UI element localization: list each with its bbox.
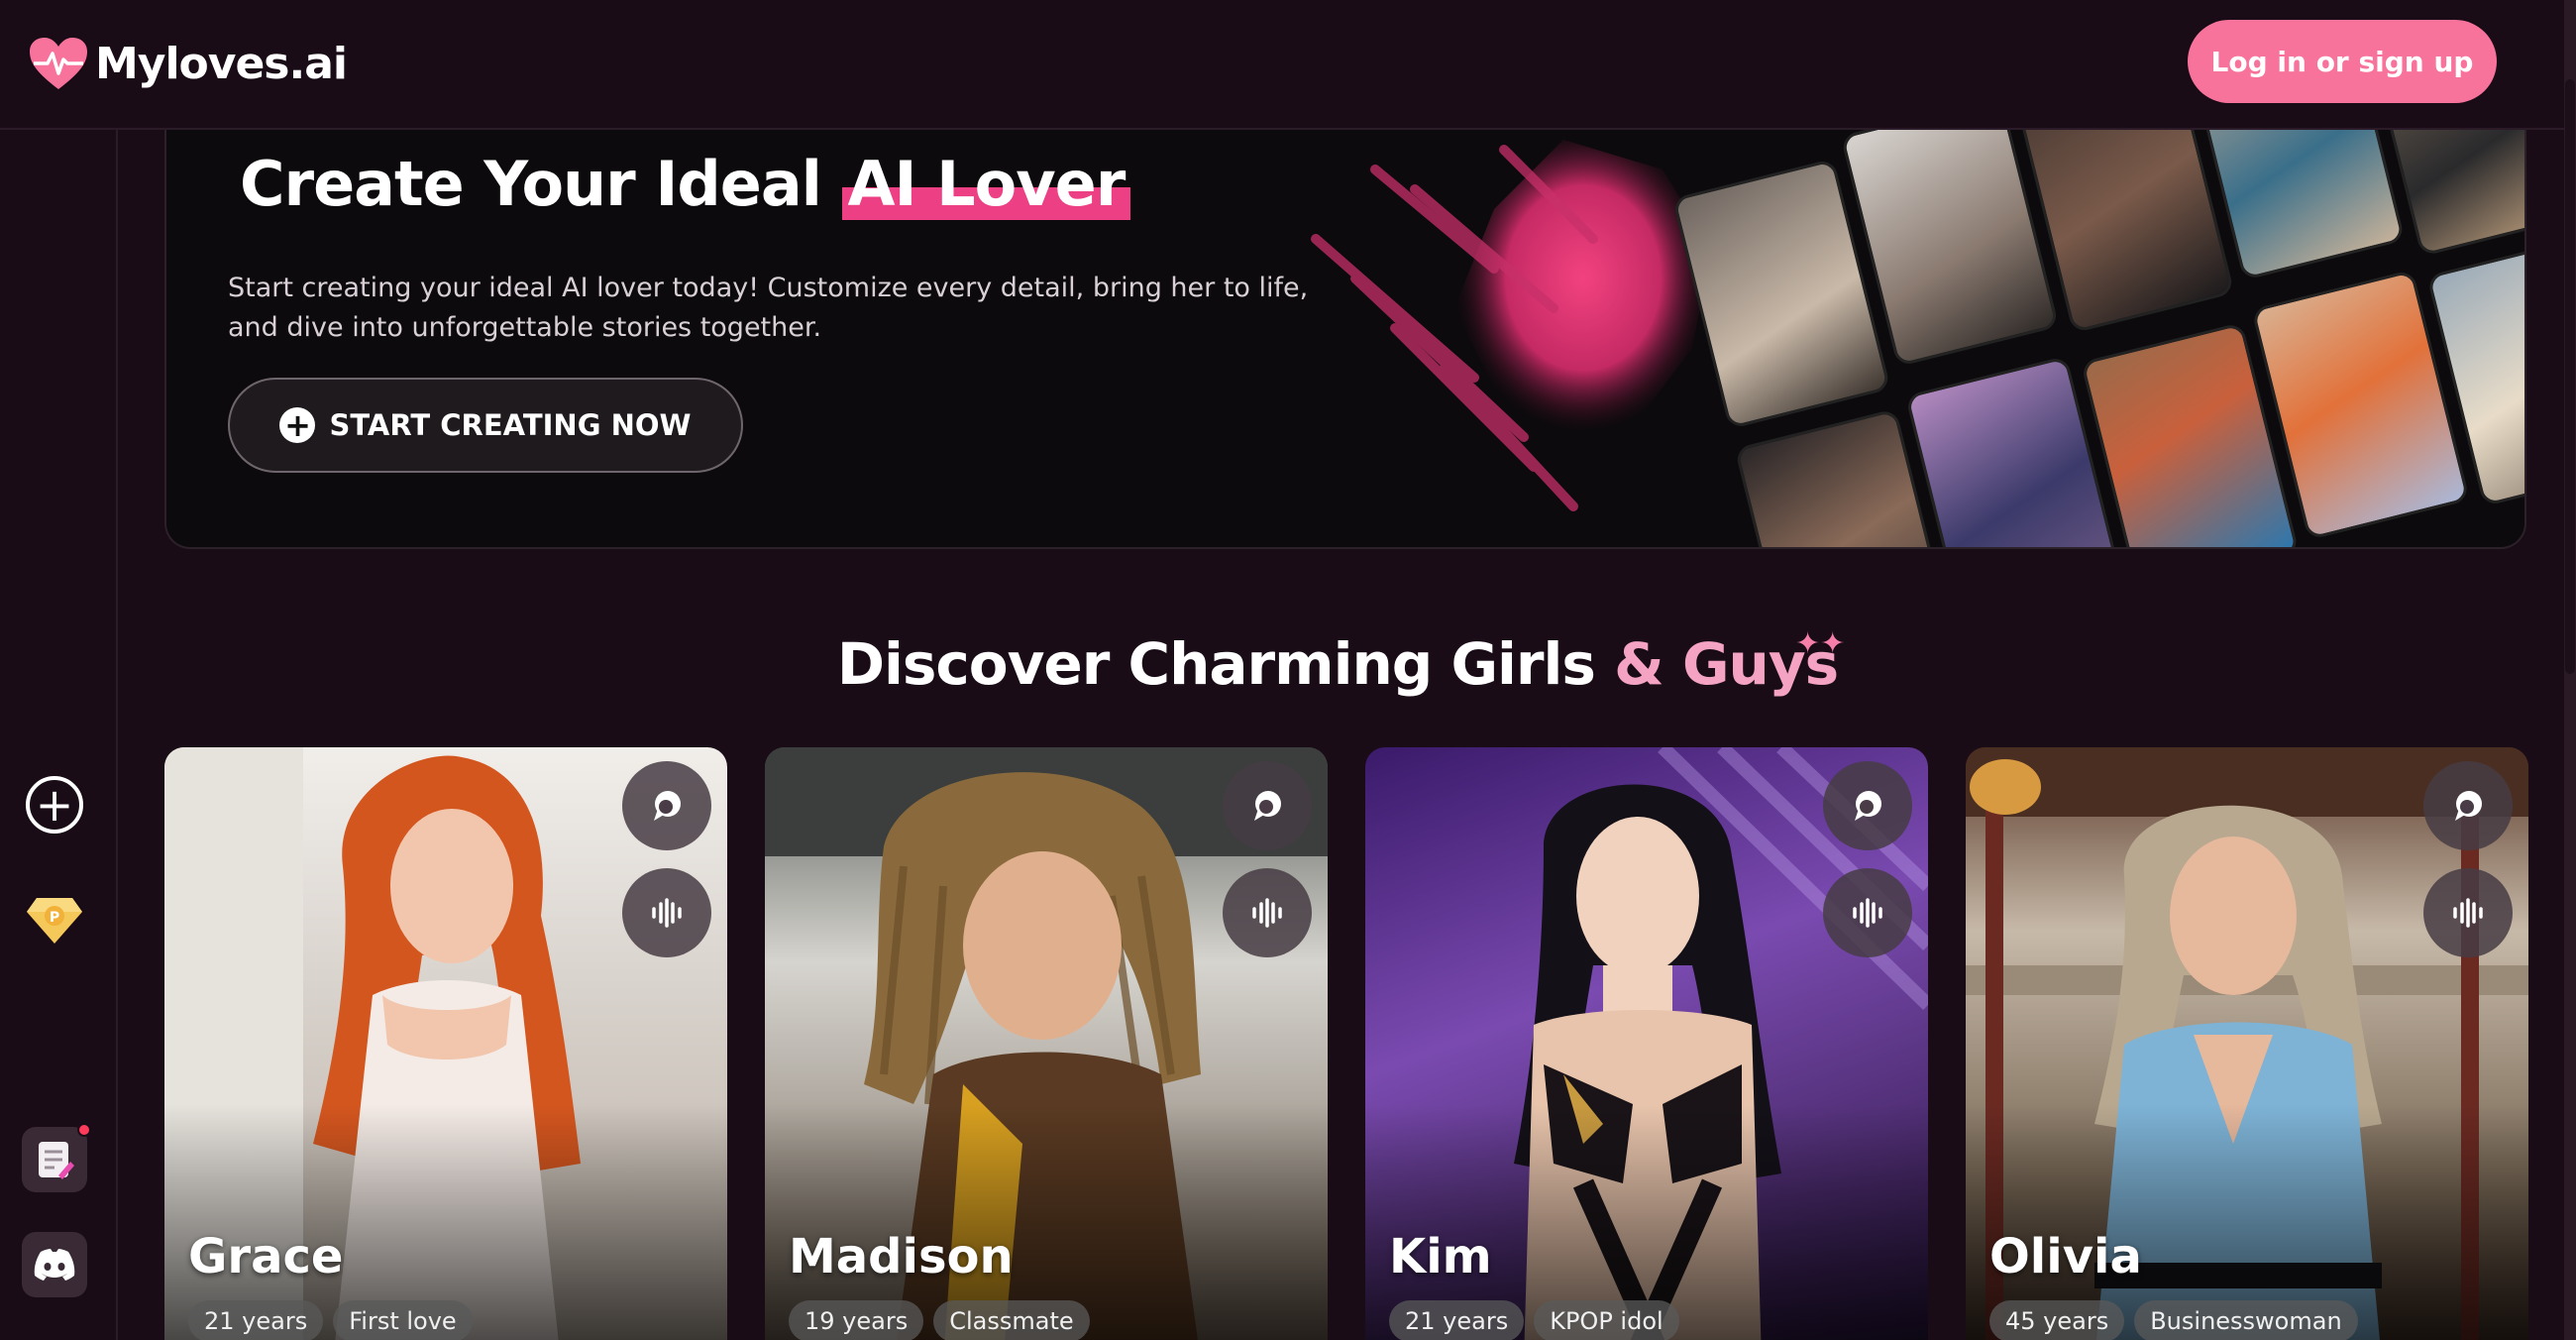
section-title-part1: Discover Charming Girls [836,630,1596,698]
sidebar-discord-button[interactable] [22,1232,87,1297]
voice-button[interactable] [1823,868,1912,957]
character-card-madison[interactable]: Madison 19 years Classmate [765,747,1328,1340]
banner-description: Start creating your ideal AI lover today… [228,273,1309,343]
card-name: Olivia [1989,1229,2142,1284]
age-tag: 19 years [789,1300,924,1340]
character-card-kim[interactable]: Kim 21 years KPOP idol [1365,747,1928,1340]
role-tag: First love [333,1300,473,1340]
start-creating-button[interactable]: + START CREATING NOW [228,378,743,473]
notification-dot [77,1123,91,1137]
role-tag: Businesswoman [2134,1300,2358,1340]
sparkle-icon: ✦✦ [1795,626,1846,661]
svg-text:P: P [50,910,59,926]
chat-button[interactable] [1823,761,1912,850]
chat-button[interactable] [2423,761,2513,850]
chat-button[interactable] [1223,761,1312,850]
top-header: Myloves.ai Log in or sign up [0,0,2576,130]
card-tags: 19 years Classmate [789,1300,1090,1340]
banner-title-highlight: AI Lover [841,148,1131,220]
chat-bubble-icon [1254,791,1281,821]
age-tag: 45 years [1989,1300,2125,1340]
section-title-amp: & [1614,630,1664,698]
logo[interactable]: Myloves.ai [28,36,348,91]
voice-button[interactable] [2423,868,2513,957]
sidebar-notes-button[interactable] [22,1123,91,1192]
sound-wave-icon [1853,898,1882,928]
plus-circle-icon: + [26,776,83,834]
card-tags: 45 years Businesswoman [1989,1300,2358,1340]
banner-title-prefix: Create Your Ideal [240,148,822,220]
sidebar: + P [0,130,118,1340]
voice-button[interactable] [622,868,711,957]
discord-icon [34,1249,75,1281]
sound-wave-icon [1252,898,1282,928]
create-banner: Create Your Ideal AI Lover Start creatin… [164,130,2526,549]
character-card-grace[interactable]: Grace 21 years First love [164,747,727,1340]
age-tag: 21 years [188,1300,324,1340]
logo-text: Myloves.ai [95,38,348,89]
card-tags: 21 years First love [188,1300,473,1340]
sound-wave-icon [2453,898,2483,928]
sound-wave-icon [652,898,682,928]
chat-bubble-icon [1855,791,1881,821]
heart-pulse-icon [30,38,87,89]
banner-title: Create Your Ideal AI Lover [240,148,1131,220]
gem-icon: P [27,898,82,944]
sidebar-premium-button[interactable]: P [22,887,87,952]
role-tag: Classmate [933,1300,1090,1340]
card-name: Madison [789,1229,1014,1284]
voice-button[interactable] [1223,868,1312,957]
character-card-olivia[interactable]: Olivia 45 years Businesswoman [1966,747,2528,1340]
discover-section-title: Discover Charming Girls & Guys [0,630,2576,698]
start-creating-label: START CREATING NOW [329,408,692,442]
sidebar-create-button[interactable]: + [22,772,87,838]
chat-bubble-icon [654,791,681,821]
scrollbar-thumb[interactable] [2565,79,2575,674]
chat-button[interactable] [622,761,711,850]
login-signup-button[interactable]: Log in or sign up [2188,20,2497,103]
plus-icon: + [279,407,316,443]
age-tag: 21 years [1389,1300,1525,1340]
role-tag: KPOP idol [1534,1300,1679,1340]
character-photo-collage [1639,130,2524,547]
card-name: Kim [1389,1229,1492,1284]
card-tags: 21 years KPOP idol [1389,1300,1679,1340]
chat-bubble-icon [2455,791,2482,821]
notes-icon [39,1142,74,1179]
card-name: Grace [188,1229,344,1284]
